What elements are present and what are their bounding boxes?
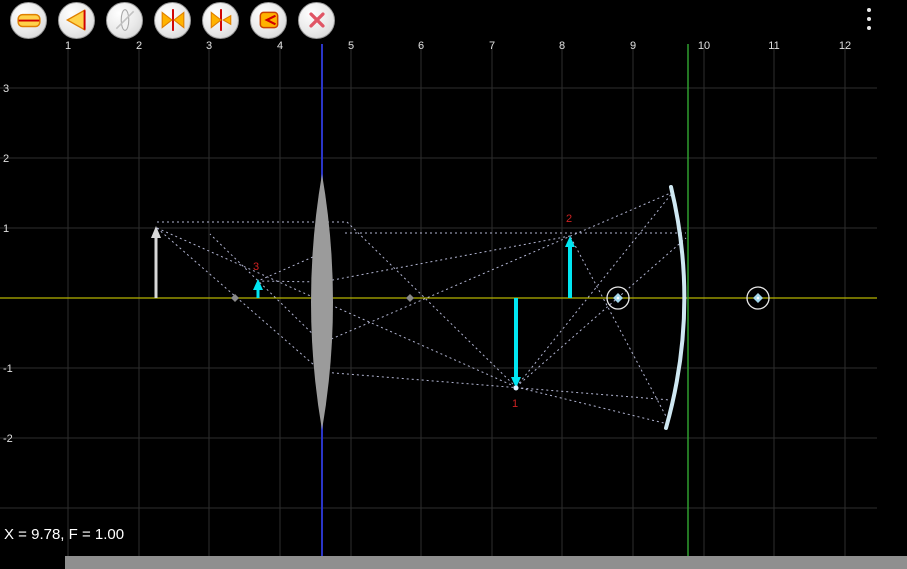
image-label-3: 3	[253, 261, 259, 273]
y-axis-tick-label: 3	[3, 83, 9, 95]
x-axis-tick-label: 11	[768, 40, 779, 52]
control-handle-dot	[617, 297, 620, 300]
light-ray	[347, 222, 516, 387]
x-axis-tick-label: 9	[630, 40, 636, 52]
slab-icon	[16, 7, 42, 33]
toolbar	[0, 0, 335, 40]
kebab-dot	[867, 8, 871, 12]
convex-lens-icon	[160, 7, 186, 33]
x-axis-tick-label: 1	[65, 40, 71, 52]
light-ray	[157, 228, 516, 387]
focal-point-marker[interactable]	[231, 294, 239, 302]
kebab-dot	[867, 26, 871, 30]
x-axis-tick-label: 12	[839, 40, 851, 52]
ray-optics-app: 123456789101112321-1-2123	[0, 0, 907, 569]
curved-mirror-icon	[256, 7, 282, 33]
light-ray	[322, 192, 673, 343]
x-axis-tick-label: 2	[136, 40, 142, 52]
x-axis-tick-label: 4	[277, 40, 283, 52]
image-tip-marker	[514, 386, 519, 391]
kebab-dot	[867, 17, 871, 21]
x-axis-tick-label: 10	[698, 40, 710, 52]
y-axis-tick-label: 1	[3, 223, 9, 235]
image-arrow-head-3[interactable]	[253, 279, 263, 290]
light-ray	[516, 387, 668, 424]
y-axis-tick-label: 2	[3, 153, 9, 165]
light-ray	[570, 236, 668, 420]
light-ray	[210, 234, 322, 343]
x-axis-tick-label: 8	[559, 40, 565, 52]
light-ray	[516, 238, 686, 387]
light-ray	[258, 236, 570, 282]
half-lens-icon	[208, 7, 234, 33]
image-label-2: 2	[566, 213, 572, 225]
tool-curved-mirror-button[interactable]	[250, 2, 287, 39]
x-axis-tick-label: 5	[348, 40, 354, 52]
tool-convex-lens-button[interactable]	[154, 2, 191, 39]
x-axis-tick-label: 3	[206, 40, 212, 52]
prism-icon	[64, 7, 90, 33]
light-ray	[516, 192, 673, 387]
focal-point-marker[interactable]	[406, 294, 414, 302]
bottom-system-bar	[65, 556, 907, 569]
lens[interactable]	[311, 174, 333, 430]
glass-plate-icon	[112, 7, 138, 33]
image-label-1: 1	[512, 398, 518, 410]
control-handle-dot	[757, 297, 760, 300]
tool-glass-plate-button[interactable]	[106, 2, 143, 39]
tool-delete-button[interactable]	[298, 2, 335, 39]
x-axis-tick-label: 7	[489, 40, 495, 52]
light-ray	[322, 372, 670, 400]
y-axis-tick-label: -1	[3, 363, 13, 375]
tool-half-lens-button[interactable]	[202, 2, 239, 39]
x-axis-tick-label: 6	[418, 40, 424, 52]
y-axis-tick-label: -2	[3, 433, 13, 445]
tool-slab-button[interactable]	[10, 2, 47, 39]
delete-icon	[304, 7, 330, 33]
status-readout: X = 9.78, F = 1.00	[4, 526, 124, 543]
concave-mirror[interactable]	[666, 187, 684, 428]
light-ray	[157, 228, 322, 372]
optics-canvas[interactable]: 123456789101112321-1-2123	[0, 0, 907, 569]
tool-prism-button[interactable]	[58, 2, 95, 39]
kebab-menu-icon[interactable]	[865, 6, 873, 32]
